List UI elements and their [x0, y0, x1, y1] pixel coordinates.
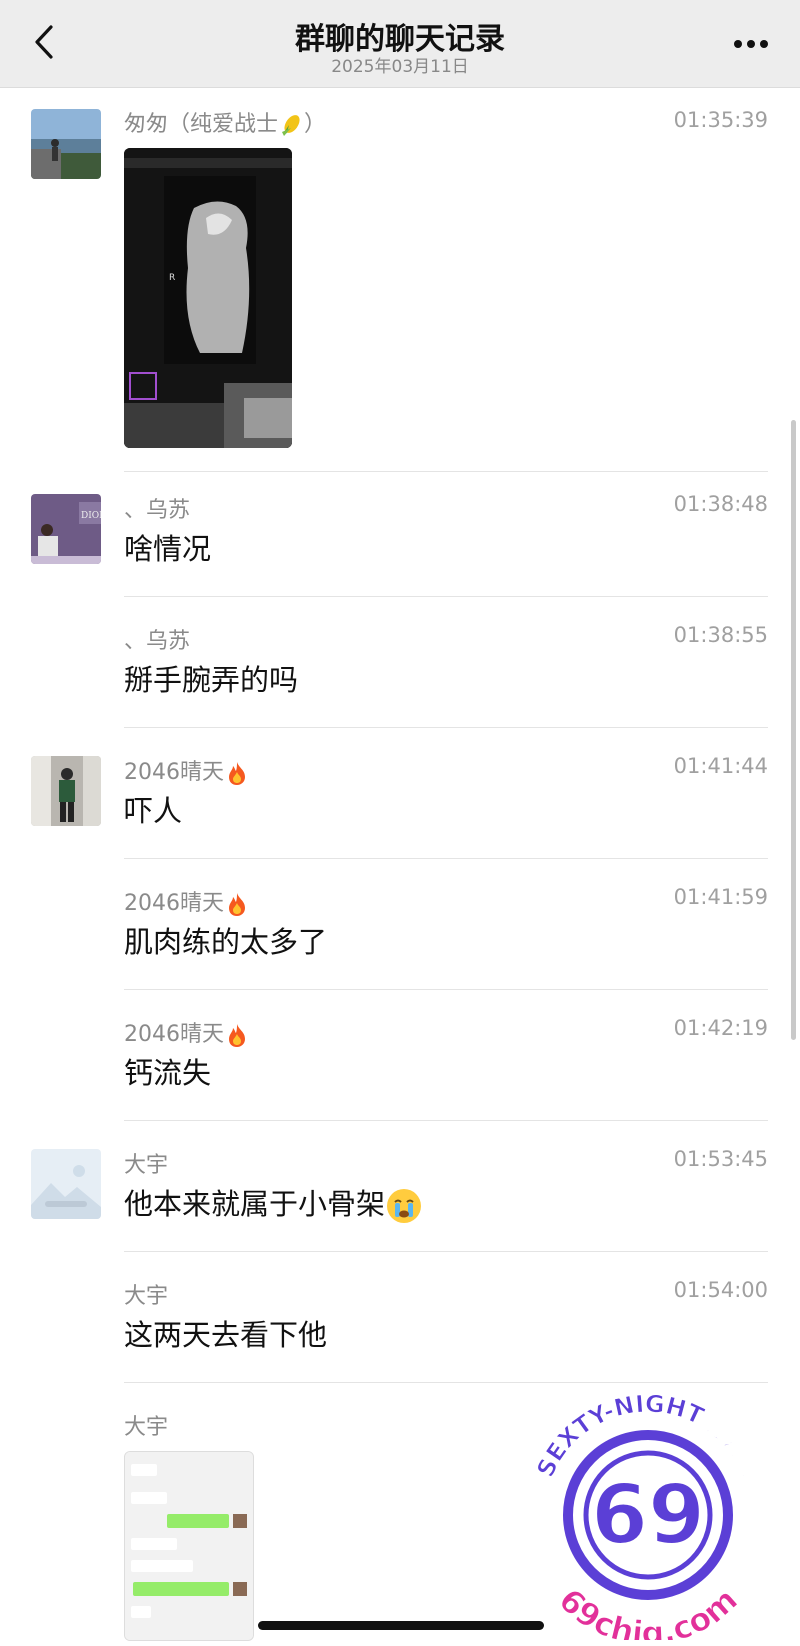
avatar[interactable] — [31, 1149, 101, 1219]
sender-name: 大宇 — [124, 1415, 169, 1440]
message-time: 01:41:44 — [673, 754, 768, 778]
message-time: 01:54:00 — [673, 1278, 768, 1302]
svg-text:DIOR: DIOR — [81, 511, 101, 521]
sender-name: 、乌苏 — [124, 629, 191, 654]
nav-bar: 群聊的聊天记录 2025年03月11日 — [0, 0, 800, 88]
message-text: 他本来就属于小骨架 — [124, 1181, 423, 1225]
sender-name: 大宇 — [124, 1284, 169, 1309]
sender-name: 2046晴天 — [124, 1016, 250, 1048]
avatar[interactable] — [31, 756, 101, 826]
sender-name: 2046晴天 — [124, 885, 250, 917]
svg-text:R: R — [169, 273, 175, 283]
message-text: 掰手腕弄的吗 — [124, 663, 299, 697]
fire-emoji-icon — [229, 893, 245, 916]
divider — [124, 1120, 768, 1121]
divider — [124, 471, 768, 472]
message-text: 吓人 — [124, 794, 183, 828]
message-time: 01:38:55 — [673, 623, 768, 647]
message-text: 肌肉练的太多了 — [124, 925, 328, 959]
divider — [124, 727, 768, 728]
crying-emoji-icon — [387, 1189, 422, 1223]
message-time: 01:53:45 — [673, 1147, 768, 1171]
watermark-number: 69 — [591, 1468, 705, 1563]
sender-name: 大宇 — [124, 1153, 169, 1178]
scrollbar[interactable] — [791, 420, 796, 1040]
message-time: 01:41:59 — [673, 885, 768, 909]
xray-image[interactable]: R — [124, 148, 292, 448]
home-indicator[interactable] — [258, 1621, 544, 1630]
corn-emoji-icon — [282, 115, 300, 136]
message-text: 这两天去看下他 — [124, 1318, 328, 1352]
divider — [124, 858, 768, 859]
fire-emoji-icon — [229, 762, 245, 785]
message-time: 01:38:48 — [673, 492, 768, 516]
watermark-logo: 69 SEXTY-NIGHT吃瓜网 69chig.com — [515, 1375, 780, 1646]
chat-screenshot-image[interactable] — [124, 1451, 254, 1641]
message-time: 01:42:19 — [673, 1016, 768, 1040]
sender-name: 2046晴天 — [124, 754, 250, 786]
divider — [124, 596, 768, 597]
message-text: 钙流失 — [124, 1056, 212, 1090]
sender-name: 、乌苏 — [124, 498, 191, 523]
message-time: 01:35:39 — [673, 108, 768, 132]
avatar[interactable]: DIOR — [31, 494, 101, 564]
more-button[interactable] — [728, 26, 774, 62]
divider — [124, 989, 768, 990]
avatar[interactable] — [31, 109, 101, 179]
page-date: 2025年03月11日 — [331, 57, 469, 77]
more-dots-icon — [734, 40, 768, 48]
fire-emoji-icon — [229, 1024, 245, 1047]
message-text: 啥情况 — [124, 532, 212, 566]
sender-name: 匆匆（纯爱战士） — [124, 112, 327, 137]
divider — [124, 1251, 768, 1252]
